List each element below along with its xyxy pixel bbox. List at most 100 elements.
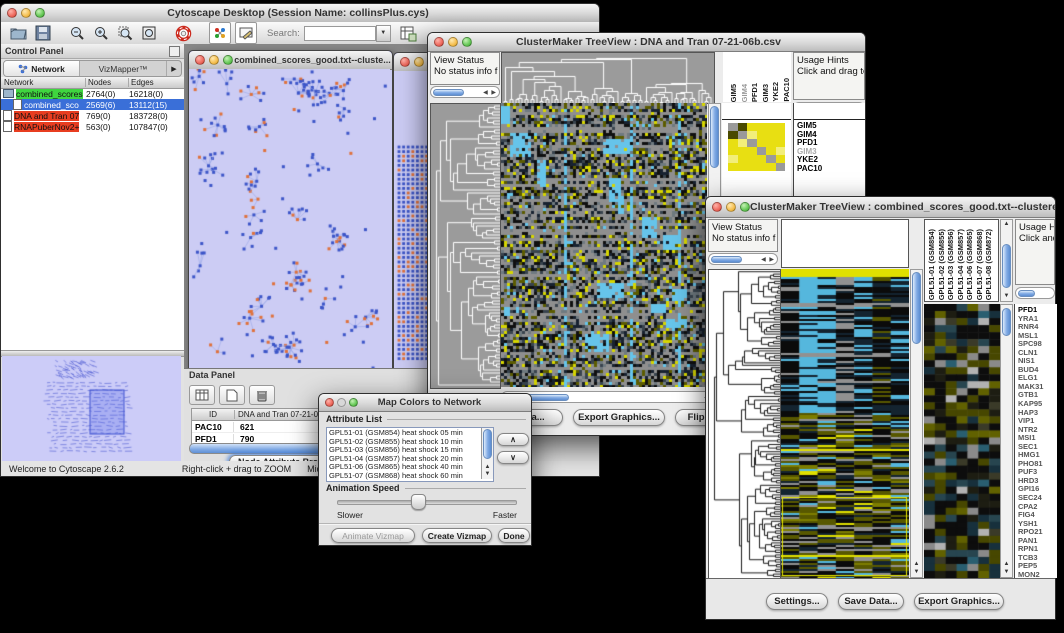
new-attribute-icon[interactable] — [219, 385, 245, 405]
minimize-button[interactable] — [448, 37, 458, 47]
animate-vizmap-button[interactable]: Animate Vizmap — [331, 528, 415, 543]
minimize-button[interactable] — [414, 57, 424, 67]
minimize-button[interactable] — [337, 398, 346, 407]
treeview2-gene-labels[interactable]: PFD1YRA1RNR4MSL1SPC98CLN1NIS1BUD4ELG1MAK… — [1014, 304, 1057, 578]
zoom-fit-icon[interactable] — [139, 23, 159, 43]
minimize-button[interactable] — [209, 55, 219, 65]
column-labels-scrollbar[interactable]: ▲▼ — [1000, 219, 1013, 302]
export-graphics-button[interactable]: Export Graphics... — [573, 409, 665, 426]
zoom-window-button[interactable] — [35, 8, 45, 18]
column-label[interactable]: YKE2 — [771, 82, 781, 102]
annotation-icon[interactable] — [235, 22, 257, 44]
speed-slider-track[interactable] — [337, 500, 517, 505]
close-button[interactable] — [712, 202, 722, 212]
treeview1-title-bar[interactable]: ClusterMaker TreeView : DNA and Tran 07-… — [428, 33, 865, 52]
cytoscape-title-bar[interactable]: Cytoscape Desktop (Session Name: collins… — [1, 4, 599, 23]
close-button[interactable] — [195, 55, 205, 65]
network-icon — [18, 64, 28, 74]
network-view-title-bar[interactable]: combined_scores_good.txt--cluste... — [189, 51, 392, 70]
save-data-button[interactable]: Save Data... — [838, 593, 904, 610]
column-label[interactable]: GPL51-04 (GSM857) — [956, 229, 966, 300]
move-up-button[interactable]: ∧ — [497, 433, 529, 446]
column-label[interactable]: GPL51-03 (GSM856) — [946, 229, 956, 300]
column-label[interactable]: GIM3 — [761, 84, 771, 102]
row-dendrogram[interactable] — [708, 269, 781, 580]
zoom-in-icon[interactable] — [91, 23, 111, 43]
float-panel-icon[interactable] — [169, 46, 180, 57]
column-label[interactable]: GPL51-07 (GSM868) — [975, 229, 985, 300]
create-vizmap-label: Create Vizmap — [428, 531, 486, 541]
close-button[interactable] — [434, 37, 444, 47]
zoom-out-icon[interactable] — [67, 23, 87, 43]
open-file-icon[interactable] — [9, 23, 29, 43]
treeview2-title-bar[interactable]: ClusterMaker TreeView : combined_scores_… — [706, 197, 1055, 218]
view-status-scrollbar[interactable]: ◀ ▶ — [430, 86, 500, 98]
column-label[interactable]: PAC10 — [782, 78, 792, 102]
zoom-window-button[interactable] — [349, 398, 358, 407]
network-canvas[interactable] — [189, 69, 390, 370]
control-panel-header: Control Panel — [1, 44, 184, 59]
usage-hints-scrollbar[interactable] — [1015, 287, 1055, 299]
vizmapper-icon[interactable] — [209, 22, 231, 44]
column-label[interactable]: GPL51-08 (GSM872) — [984, 229, 994, 300]
network-row[interactable]: combined_sco2569(6)13112(15) — [1, 99, 184, 110]
col-header-network[interactable]: Network — [1, 78, 86, 87]
export-graphics-button[interactable]: Export Graphics... — [914, 593, 1004, 610]
help-lifering-icon[interactable] — [173, 23, 193, 43]
gene-label[interactable]: PAC10 — [797, 165, 865, 174]
heatmap-global-view[interactable] — [501, 103, 707, 387]
create-vizmap-button[interactable]: Create Vizmap — [422, 528, 492, 543]
search-dropdown-button[interactable]: ▼ — [376, 25, 391, 42]
attribute-browser-icon[interactable] — [399, 23, 419, 43]
close-button[interactable] — [400, 57, 410, 67]
column-dendrogram[interactable] — [501, 52, 715, 104]
attribute-listbox[interactable]: GPL51-01 (GSM854) heat shock 05 minGPL51… — [326, 427, 494, 482]
tab-overflow-button[interactable]: ▶ — [166, 61, 181, 76]
delete-attribute-icon[interactable] — [249, 385, 275, 405]
column-label[interactable]: GIM4 — [740, 84, 750, 102]
close-button[interactable] — [325, 398, 334, 407]
zoom-window-button[interactable] — [223, 55, 233, 65]
speed-slider-thumb[interactable] — [411, 494, 426, 510]
heatmap-vscrollbar[interactable]: ▲▼ — [910, 269, 923, 578]
tab-network[interactable]: Network — [4, 61, 80, 76]
zoom-view-vscrollbar[interactable]: ▲▼ — [1000, 304, 1013, 578]
network-overview-thumbnail[interactable] — [2, 356, 181, 462]
dialog-title-bar[interactable]: Map Colors to Network — [319, 394, 531, 412]
attribute-table-icon[interactable] — [189, 385, 215, 405]
col-header-edges[interactable]: Edges — [129, 78, 184, 87]
column-label[interactable]: GPL51-06 (GSM865) — [965, 229, 975, 300]
close-button[interactable] — [7, 8, 17, 18]
column-label[interactable]: PFD1 — [750, 83, 760, 102]
minimize-button[interactable] — [21, 8, 31, 18]
row-dendrogram[interactable] — [430, 103, 501, 389]
col-header-nodes[interactable]: Nodes — [86, 78, 129, 87]
zoom-view-heatmap[interactable] — [728, 123, 785, 171]
done-button[interactable]: Done — [498, 528, 530, 543]
search-input[interactable] — [304, 26, 376, 41]
column-label[interactable]: GPL51-01 (GSM854) — [927, 229, 937, 300]
save-icon[interactable] — [33, 23, 53, 43]
divider — [319, 523, 531, 525]
move-down-button[interactable]: ∨ — [497, 451, 529, 464]
zoom-window-button[interactable] — [740, 202, 750, 212]
column-label[interactable]: GIM5 — [729, 84, 739, 102]
attribute-item[interactable]: GPL51-07 (GSM868) heat shock 60 min — [329, 472, 491, 481]
attribute-list-scrollbar[interactable]: ▲▼ — [481, 428, 493, 479]
network-row[interactable]: DNA and Tran 07769(0)183728(0) — [1, 110, 184, 121]
settings-button[interactable]: Settings... — [766, 593, 828, 610]
gene-label[interactable]: MON2 — [1018, 571, 1057, 578]
network-row[interactable]: combined_scores2764(0)16218(0) — [1, 88, 184, 99]
zoom-window-button[interactable] — [462, 37, 472, 47]
tab-vizmapper[interactable]: VizMapper™ — [80, 61, 166, 76]
view-status-scrollbar[interactable]: ◀ ▶ — [708, 253, 778, 265]
treeview1-hscrollbar[interactable]: ◀ ▶ — [501, 391, 721, 403]
column-label[interactable]: GPL51-02 (GSM855) — [937, 229, 947, 300]
heatmap-global-view[interactable] — [781, 269, 909, 578]
minimize-button[interactable] — [726, 202, 736, 212]
network-row[interactable]: RNAPuberNov2+563(0)107847(0) — [1, 121, 184, 132]
id-column-header[interactable]: ID — [192, 410, 235, 419]
row-id: PFD1 — [192, 434, 234, 444]
zoom-selected-icon[interactable] — [115, 23, 135, 43]
zoom-view-heatmap[interactable] — [924, 304, 1000, 578]
